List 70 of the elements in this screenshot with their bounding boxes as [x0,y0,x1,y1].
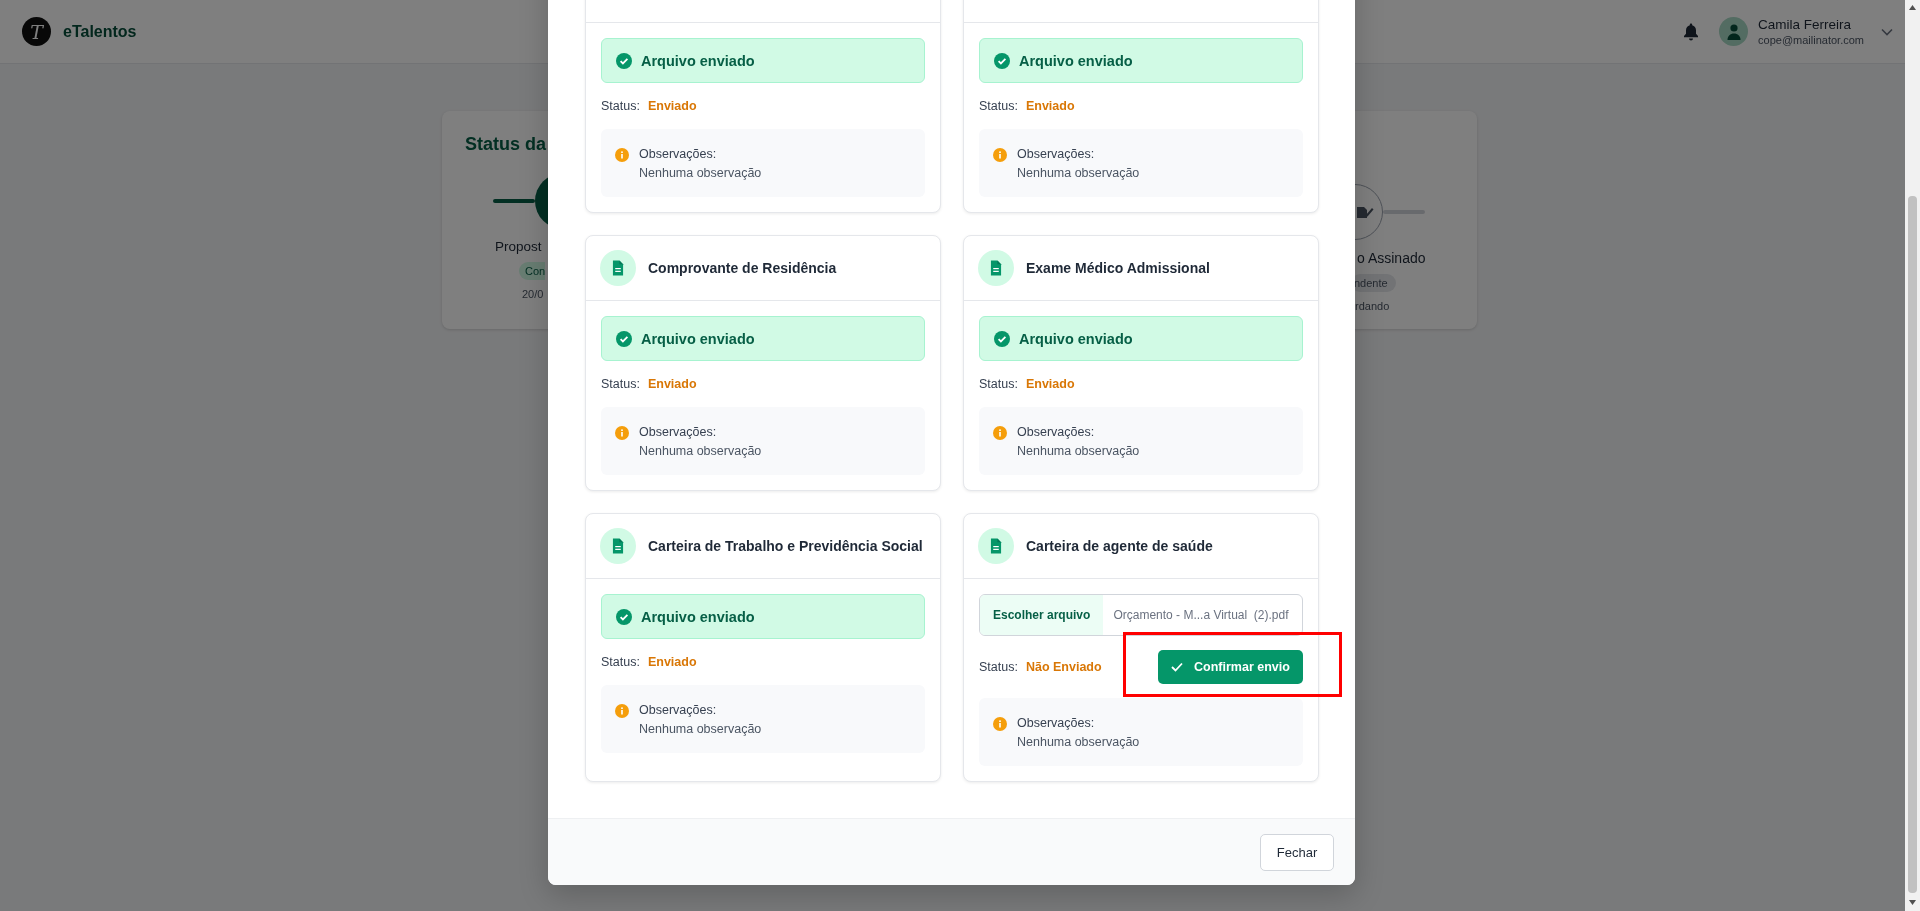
step-label: o Assinado [1357,250,1427,266]
observations-label: Observações: [1017,716,1096,730]
status-label: Status: [979,660,1018,674]
status-label: Status: [601,655,640,669]
status-value: Enviado [1025,377,1075,391]
user-name: Camila Ferreira [1758,17,1853,32]
file-name: Orçamento - M...a Virtual (2).pdf [1112,607,1289,624]
info-icon [993,148,1007,162]
step-label: Propost [495,239,543,254]
observations-text: Nenhuma observação [1017,444,1140,458]
brand-name: eTalentos [63,22,137,41]
logo-icon: T [22,17,51,46]
observations-label: Observações: [1017,425,1096,439]
step-date: 20/0 [522,288,545,300]
status-label: Status: [979,377,1018,391]
status-value: Enviado [1025,99,1075,113]
info-icon [615,426,629,440]
check-circle-icon [616,608,632,625]
info-icon [615,704,629,718]
document-title: Comprovante de Residência [648,260,837,276]
check-circle-icon [994,330,1010,347]
alert-text: Arquivo enviado [641,608,755,625]
choose-file-button[interactable]: Escolher arquivo [980,595,1104,635]
observations-label: Observações: [639,703,718,717]
status-label: Status: [601,377,640,391]
status-value: Enviado [647,655,697,669]
info-icon [993,717,1007,731]
check-circle-icon [616,52,632,69]
file-input[interactable]: Escolher arquivo Orçamento - M...a Virtual (2).pdf [979,594,1303,636]
check-circle-icon [616,330,632,347]
status-label: Status: [601,99,640,113]
file-icon [600,250,636,286]
alert-text: Arquivo enviado [641,52,755,69]
step-date: rdando [1355,300,1391,312]
document-title: Carteira de Trabalho e Previdência Social [648,538,923,554]
observations-label: Observações: [639,425,718,439]
info-icon [993,426,1007,440]
alert-text: Arquivo enviado [641,330,755,347]
file-icon [978,528,1014,564]
card-title: Status da [465,134,548,155]
observations-text: Nenhuma observação [639,166,762,180]
alert-text: Arquivo enviado [1019,330,1133,347]
check-circle-icon [994,52,1010,69]
user-avatar[interactable] [1719,17,1749,46]
chevron-down-icon [1881,27,1893,36]
file-icon [600,528,636,564]
alert-text: Arquivo enviado [1019,52,1133,69]
status-value: Enviado [647,377,697,391]
observations-label: Observações: [1017,147,1096,161]
file-icon [978,250,1014,286]
status-label: Status: [979,99,1018,113]
observations-text: Nenhuma observação [639,444,762,458]
step-badge: Con [519,262,546,280]
close-button[interactable]: Fechar [1260,833,1334,871]
user-email: cope@mailinator.com [1758,34,1864,46]
check-icon [1171,662,1184,672]
observations-label: Observações: [639,147,718,161]
document-title: Carteira de agente de saúde [1026,538,1213,554]
status-value: Não Enviado [1025,660,1102,674]
scrollbar-drawing[interactable] [1905,0,1920,911]
document-title: Exame Médico Admissional [1026,260,1210,276]
bell-icon [1683,22,1700,41]
confirm-button[interactable]: Confirmar envio [1158,650,1303,684]
observations-text: Nenhuma observação [1017,166,1140,180]
person-icon [1726,23,1741,40]
signature-icon [1356,205,1374,219]
info-icon [615,148,629,162]
status-value: Enviado [647,99,697,113]
observations-text: Nenhuma observação [1017,735,1140,749]
observations-text: Nenhuma observação [639,722,762,736]
